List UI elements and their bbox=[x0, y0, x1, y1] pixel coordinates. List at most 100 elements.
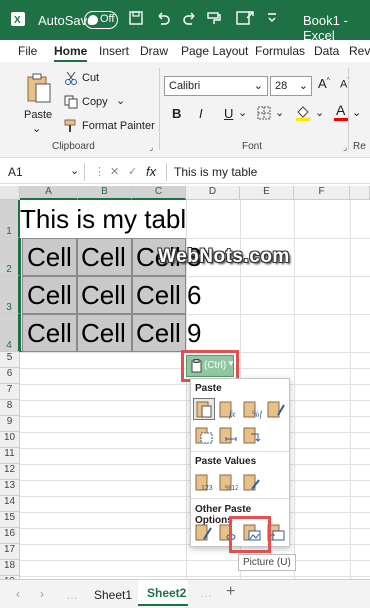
table-cell[interactable]: Cell bbox=[27, 314, 72, 352]
more-sheets-icon[interactable]: … bbox=[200, 586, 212, 600]
borders-icon[interactable] bbox=[257, 106, 271, 125]
column-d-value[interactable]: 9 bbox=[187, 314, 201, 352]
sheet-tab-sheet2[interactable]: Sheet2 bbox=[147, 586, 186, 600]
row-header-1[interactable]: 1 bbox=[0, 200, 20, 238]
table-cell[interactable]: Cell bbox=[27, 238, 72, 276]
sheet-view-icon[interactable] bbox=[236, 10, 254, 29]
row-header-12[interactable]: 12 bbox=[0, 464, 20, 480]
tab-insert[interactable]: Insert bbox=[99, 44, 129, 58]
bold-button[interactable]: B bbox=[172, 106, 181, 121]
increase-font-icon[interactable]: A^ bbox=[318, 76, 330, 91]
row-header-16[interactable]: 16 bbox=[0, 528, 20, 544]
values-icon[interactable]: 123 bbox=[194, 472, 214, 492]
enter-icon[interactable]: ✓ bbox=[128, 165, 137, 178]
table-cell[interactable]: Cell bbox=[81, 238, 126, 276]
keep-source-formatting-icon[interactable] bbox=[266, 399, 286, 419]
paint-icon[interactable] bbox=[206, 10, 222, 29]
fill-color-icon[interactable] bbox=[295, 104, 311, 127]
font-name-field[interactable]: Calibri ⌄ bbox=[164, 76, 268, 96]
format-painter-icon[interactable] bbox=[64, 119, 78, 138]
row-header-4[interactable]: 4 bbox=[0, 314, 20, 352]
row-header-11[interactable]: 11 bbox=[0, 448, 20, 464]
scroll-right-icon[interactable]: › bbox=[40, 587, 44, 601]
row-header-13[interactable]: 13 bbox=[0, 480, 20, 496]
row-header-5[interactable]: 5 bbox=[0, 352, 20, 368]
row-header-17[interactable]: 17 bbox=[0, 544, 20, 560]
tab-home[interactable]: Home bbox=[54, 44, 88, 63]
row-header-8[interactable]: 8 bbox=[0, 400, 20, 416]
column-header-b[interactable]: B bbox=[78, 186, 132, 200]
tab-file[interactable]: File bbox=[18, 44, 37, 58]
copy-label[interactable]: Copy bbox=[82, 96, 108, 108]
cut-label[interactable]: Cut bbox=[82, 72, 99, 84]
name-box[interactable]: A1 bbox=[8, 165, 23, 179]
values-source-formatting-icon[interactable] bbox=[242, 472, 262, 492]
row-header-14[interactable]: 14 bbox=[0, 496, 20, 512]
autosave-toggle[interactable]: Off bbox=[84, 11, 118, 29]
insert-function-icon[interactable]: fx bbox=[146, 164, 156, 179]
font-launcher-icon[interactable]: ⌟ bbox=[343, 142, 347, 153]
paste-icon[interactable] bbox=[194, 399, 214, 419]
paste-formulas-number-formatting-icon[interactable]: %fx bbox=[242, 399, 266, 419]
table-cell[interactable]: Cell bbox=[81, 314, 126, 352]
save-icon[interactable] bbox=[128, 10, 144, 29]
row-header-2[interactable]: 2 bbox=[0, 238, 20, 276]
paste-formulas-icon[interactable]: fx bbox=[218, 399, 238, 419]
column-header-e[interactable]: E bbox=[240, 186, 294, 200]
format-painter-label[interactable]: Format Painter bbox=[82, 120, 155, 132]
more-sheets-icon[interactable]: … bbox=[66, 588, 78, 602]
row-header-18[interactable]: 18 bbox=[0, 560, 20, 576]
tab-review[interactable]: Rev bbox=[349, 44, 370, 58]
cut-icon[interactable] bbox=[64, 71, 78, 90]
row-header-3[interactable]: 3 bbox=[0, 276, 20, 314]
no-borders-icon[interactable] bbox=[194, 425, 214, 445]
column-header-g[interactable] bbox=[350, 186, 370, 200]
tab-page-layout[interactable]: Page Layout bbox=[181, 44, 248, 58]
column-header-c[interactable]: C bbox=[132, 186, 186, 200]
add-sheet-icon[interactable]: + bbox=[226, 583, 235, 601]
formula-content[interactable]: This is my table bbox=[174, 165, 257, 179]
table-cell[interactable]: Cell bbox=[136, 276, 181, 314]
values-number-formatting-icon[interactable]: %123 bbox=[218, 472, 243, 492]
scroll-left-icon[interactable]: ‹ bbox=[16, 587, 20, 601]
undo-icon[interactable] bbox=[155, 10, 171, 29]
select-all-corner[interactable] bbox=[0, 186, 20, 200]
copy-icon[interactable] bbox=[64, 95, 78, 114]
table-cell[interactable]: Cell bbox=[27, 276, 72, 314]
sheet-tab-sheet1[interactable]: Sheet1 bbox=[94, 588, 132, 602]
row1-cell[interactable]: This is my table bbox=[20, 200, 186, 238]
cancel-icon[interactable]: ✕ bbox=[110, 165, 119, 178]
redo-icon[interactable] bbox=[182, 10, 198, 29]
font-color-dropdown-icon[interactable]: ⌄ bbox=[352, 106, 361, 119]
row-header-10[interactable]: 10 bbox=[0, 432, 20, 448]
table-cell[interactable]: Cell bbox=[81, 276, 126, 314]
row-header-6[interactable]: 6 bbox=[0, 368, 20, 384]
column-header-a[interactable]: A bbox=[20, 186, 78, 200]
fill-dropdown-icon[interactable]: ⌄ bbox=[315, 106, 324, 119]
row-header-7[interactable]: 7 bbox=[0, 384, 20, 400]
column-header-d[interactable]: D bbox=[186, 186, 240, 200]
row-header-9[interactable]: 9 bbox=[0, 416, 20, 432]
row-header-15[interactable]: 15 bbox=[0, 512, 20, 528]
column-header-f[interactable]: F bbox=[294, 186, 350, 200]
tab-formulas[interactable]: Formulas bbox=[255, 44, 305, 58]
tab-draw[interactable]: Draw bbox=[140, 44, 168, 58]
italic-button[interactable]: I bbox=[199, 106, 203, 121]
font-color-icon[interactable]: A bbox=[334, 102, 348, 127]
clipboard-launcher-icon[interactable]: ⌟ bbox=[149, 142, 153, 153]
font-size-field[interactable]: 28 ⌄ bbox=[270, 76, 312, 96]
borders-dropdown-icon[interactable]: ⌄ bbox=[275, 106, 284, 119]
underline-dropdown-icon[interactable]: ⌄ bbox=[238, 106, 247, 119]
chevron-down-icon[interactable]: ⌄ bbox=[70, 164, 79, 177]
formatting-icon[interactable] bbox=[194, 522, 214, 542]
paste-dropdown-icon[interactable]: ⌄ bbox=[32, 122, 41, 135]
underline-button[interactable]: U bbox=[224, 106, 233, 121]
tab-data[interactable]: Data bbox=[314, 44, 339, 58]
table-cell[interactable]: Cell bbox=[136, 314, 181, 352]
worksheet-grid[interactable]: A B C D E F 1 2 3 4 5 6 7 8 9 10 11 12 1… bbox=[0, 186, 370, 579]
paste-label[interactable]: Paste bbox=[24, 109, 52, 121]
transpose-icon[interactable] bbox=[242, 425, 262, 445]
column-d-value[interactable]: 6 bbox=[187, 276, 201, 314]
paste-options-button[interactable]: (Ctrl) ▼ bbox=[186, 355, 235, 377]
copy-dropdown-icon[interactable]: ⌄ bbox=[116, 94, 125, 107]
